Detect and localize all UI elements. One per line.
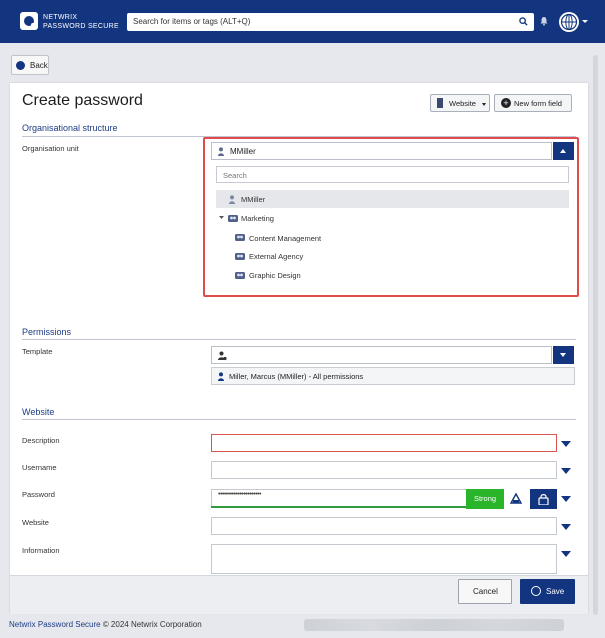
password-label: Password	[22, 490, 55, 499]
form-icon	[437, 98, 443, 108]
group-icon	[228, 215, 238, 222]
group-icon	[235, 272, 245, 279]
search-bar[interactable]: Search for items or tags (ALT+Q)	[127, 13, 534, 31]
list-item[interactable]: Content Management	[249, 234, 321, 243]
information-field[interactable]	[211, 544, 557, 574]
username-field[interactable]	[211, 461, 557, 479]
org-unit-value: MMiller	[230, 147, 256, 156]
chevron-down-icon[interactable]	[561, 441, 571, 447]
chevron-down-icon[interactable]	[561, 496, 571, 502]
website-type-label: Website	[449, 99, 476, 108]
org-unit-search-input[interactable]: Search	[216, 166, 569, 183]
website-label: Website	[22, 518, 49, 527]
back-button[interactable]: Back	[11, 55, 49, 75]
template-select[interactable]	[211, 346, 552, 364]
netwrix-logo[interactable]	[20, 12, 38, 30]
template-toggle-button[interactable]	[553, 346, 574, 364]
check-circle-icon	[531, 586, 541, 596]
group-icon	[235, 253, 245, 260]
org-unit-select[interactable]: MMiller	[211, 142, 552, 160]
cancel-label: Cancel	[473, 587, 498, 596]
footer-status-area	[304, 619, 564, 631]
user-icon	[229, 195, 235, 204]
toolbar-area	[0, 43, 605, 83]
list-item[interactable]: MMiller	[241, 195, 265, 204]
back-arrow-icon	[16, 61, 25, 70]
password-generator-icon[interactable]	[509, 492, 523, 505]
search-input[interactable]: Search for items or tags (ALT+Q)	[133, 17, 250, 26]
section-divider	[22, 419, 576, 420]
chevron-down-icon[interactable]	[561, 468, 571, 474]
back-label: Back	[30, 61, 48, 70]
chevron-down-icon	[560, 353, 566, 357]
save-button[interactable]: Save	[520, 579, 575, 604]
chevron-down-icon[interactable]	[582, 20, 588, 23]
footer-copyright-text: © 2024 Netwrix Corporation	[100, 620, 202, 629]
page-title: Create password	[22, 92, 143, 109]
chevron-down-icon	[482, 103, 486, 106]
search-icon[interactable]	[519, 17, 528, 26]
footer-product-link[interactable]: Netwrix Password Secure	[9, 620, 101, 629]
lock-button[interactable]	[530, 489, 557, 509]
org-unit-toggle-button[interactable]	[553, 142, 574, 160]
section-permissions: Permissions	[22, 327, 72, 337]
bell-icon[interactable]	[539, 16, 549, 26]
website-type-button[interactable]: Website	[430, 94, 490, 112]
user-icon	[218, 147, 224, 156]
permission-entry-text: Miller, Marcus (MMiller) - All permissio…	[229, 372, 364, 381]
new-form-field-button[interactable]: + New form field	[494, 94, 572, 112]
list-item[interactable]: Graphic Design	[249, 271, 301, 280]
information-label: Information	[22, 546, 60, 555]
chevron-down-icon[interactable]	[561, 551, 571, 557]
group-icon	[235, 234, 245, 241]
password-strength-bar	[211, 506, 467, 508]
password-value: ••••••••••••••••••••••	[218, 491, 261, 498]
new-form-field-label: New form field	[514, 99, 562, 108]
section-divider	[22, 339, 576, 340]
section-website: Website	[22, 407, 55, 417]
template-label: Template	[22, 347, 53, 356]
org-unit-label: Organisation unit	[22, 144, 79, 153]
list-item[interactable]: Marketing	[241, 214, 274, 223]
save-label: Save	[546, 587, 565, 596]
website-field[interactable]	[211, 517, 557, 535]
description-field[interactable]	[211, 434, 557, 452]
chevron-down-icon[interactable]	[561, 524, 571, 530]
cancel-button[interactable]: Cancel	[458, 579, 512, 604]
list-item-selected-bg	[216, 190, 569, 208]
user-icon	[218, 372, 224, 381]
search-placeholder: Search	[223, 171, 247, 180]
user-permission-icon	[218, 351, 227, 361]
lock-icon	[538, 494, 549, 505]
brand-name: NETWRIX	[43, 14, 78, 21]
section-org-structure: Organisational structure	[22, 123, 118, 133]
brand-product: PASSWORD SECURE	[43, 23, 119, 30]
username-label: Username	[22, 463, 57, 472]
scrollbar[interactable]	[593, 55, 598, 615]
footer-copyright: Netwrix Password Secure © 2024 Netwrix C…	[9, 620, 202, 629]
plus-circle-icon: +	[501, 98, 511, 108]
expand-arrow-icon[interactable]	[219, 215, 224, 220]
chevron-up-icon	[560, 149, 566, 153]
permission-entry[interactable]: Miller, Marcus (MMiller) - All permissio…	[211, 367, 575, 385]
description-label: Description	[22, 436, 60, 445]
list-item[interactable]: External Agency	[249, 252, 303, 261]
user-menu-icon[interactable]	[558, 11, 580, 33]
password-strength-badge: Strong	[466, 489, 504, 509]
